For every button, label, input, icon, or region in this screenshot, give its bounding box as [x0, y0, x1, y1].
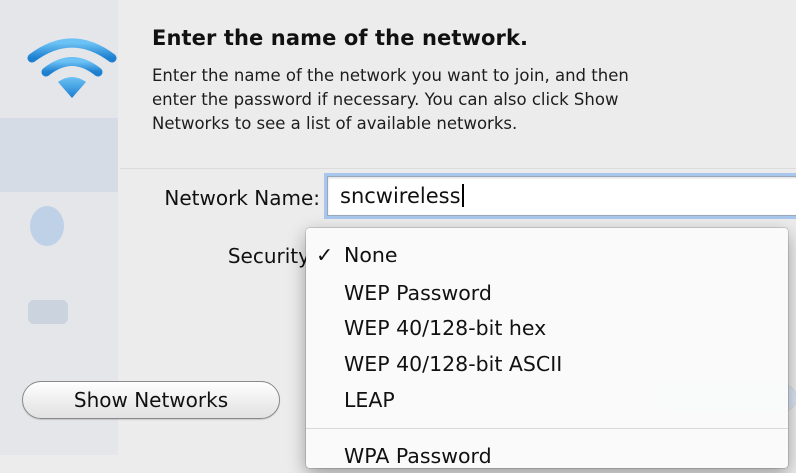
- menu-item-wep-password[interactable]: WEP Password: [306, 276, 788, 310]
- wifi-icon: [27, 38, 117, 98]
- text-caret: [461, 184, 464, 207]
- menu-item-wpa-password[interactable]: WPA Password: [306, 439, 788, 473]
- dialog-description: Enter the name of the network you want t…: [152, 66, 629, 133]
- menu-item-wep-ascii[interactable]: WEP 40/128-bit ASCII: [306, 347, 788, 381]
- menu-item-label: LEAP: [344, 388, 395, 412]
- dialog-title: Enter the name of the network.: [152, 26, 529, 50]
- menu-item-label: WPA Password: [344, 444, 492, 468]
- show-networks-button[interactable]: Show Networks: [22, 381, 280, 419]
- menu-item-label: WEP 40/128-bit hex: [344, 316, 547, 340]
- checkmark-icon: ✓: [316, 243, 334, 267]
- network-name-value: sncwireless: [340, 184, 461, 208]
- join-network-sheet: Enter the name of the network. Enter the…: [0, 0, 796, 468]
- menu-separator: [306, 428, 788, 429]
- menu-item-label: WEP Password: [344, 281, 492, 305]
- network-name-input[interactable]: sncwireless: [327, 176, 796, 216]
- menu-item-wep-hex[interactable]: WEP 40/128-bit hex: [306, 311, 788, 345]
- menu-item-leap[interactable]: LEAP: [306, 383, 788, 417]
- security-label: Security: [227, 244, 310, 268]
- menu-item-label: WEP 40/128-bit ASCII: [344, 352, 563, 376]
- menu-item-label: None: [344, 243, 398, 267]
- network-name-label: Network Name:: [164, 186, 320, 210]
- security-dropdown-menu: ✓ None WEP Password WEP 40/128-bit hex W…: [306, 228, 788, 468]
- menu-item-none[interactable]: ✓ None: [306, 238, 788, 272]
